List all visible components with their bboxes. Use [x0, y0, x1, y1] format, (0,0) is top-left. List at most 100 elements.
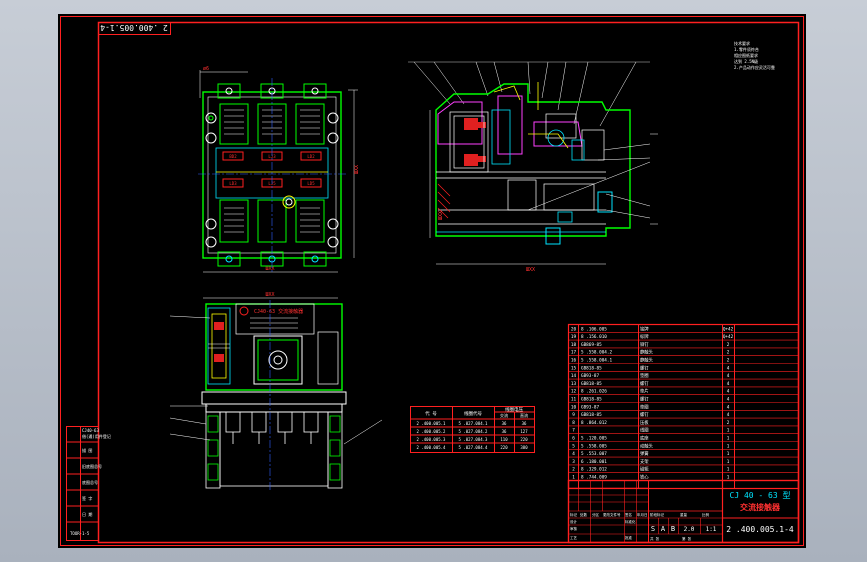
bom-cell: 螺钉: [640, 364, 649, 371]
bom-cell: 支架: [640, 458, 649, 465]
title-block: 标记 处数 分区 更改文件号 签名 年月日 设计 标准化 阶段标记 重量 比例 …: [567, 479, 800, 544]
tb-label-design: 设计: [570, 519, 578, 524]
bom-cell: 垫圈: [640, 372, 649, 379]
bom-cell: 1: [572, 475, 575, 481]
stamp-number: 2 .400.005.1-4: [100, 23, 168, 32]
bom-cell: 17: [571, 350, 577, 356]
tb-label-change: 更改文件号: [603, 512, 621, 517]
cad-drawing: 2 .400.005.1-4 CJ40-63 借(通)用件登记 描 图 旧底图总…: [60, 16, 804, 546]
bom-cell: 8 .261.026: [581, 389, 607, 395]
stamp-box: 2 .400.005.1-4: [98, 22, 171, 35]
dim-top-left: ø6: [203, 66, 209, 72]
bom-cell: 1: [727, 443, 730, 449]
stage-mark-b: B: [671, 525, 675, 533]
bom-cell: 4: [727, 365, 730, 371]
bom-cell: 5 .558.005: [581, 443, 607, 449]
sheet-outer-frame: [60, 16, 804, 546]
note-2: 相应图纸要求: [734, 52, 758, 58]
panel-label-5: LD5: [307, 181, 315, 186]
tb-label-std: 标准化: [625, 519, 636, 524]
title-line-2: 交流接触器: [740, 502, 781, 512]
bom-cell: 5: [572, 443, 575, 449]
variant-cell: 5 .027.084.3: [459, 437, 488, 442]
variant-cell: 2 .400.005.4: [417, 445, 446, 450]
bom-cell: GB818-85: [581, 397, 602, 403]
bom-cell: 1: [727, 436, 730, 442]
bom-cell: 8 .156.010: [581, 334, 607, 340]
bom-cell: Q+42: [723, 334, 734, 340]
sheet-value: 2.0: [684, 526, 695, 533]
variant-cell: 5 .027.084.4: [459, 445, 488, 450]
bom-cell: 4: [572, 451, 575, 457]
variant-cell: 380: [520, 445, 528, 450]
variant-cell: 36: [522, 421, 527, 426]
bom-cell: GB818-85: [581, 381, 602, 387]
bom-cell: 12: [571, 389, 577, 395]
tb-label-total: 共 张: [650, 536, 660, 541]
bom-cell: 动触头: [640, 442, 654, 449]
bom-cell: 5 .558.004.2: [581, 350, 612, 356]
bom-cell: 13: [571, 381, 577, 387]
tb-label-sheet: 第 张: [682, 536, 692, 541]
bom-cell: 18: [571, 342, 577, 348]
bom-cell: 3: [572, 459, 575, 465]
dim-top-height: ШХХ: [354, 165, 360, 174]
strip-text-5: 签 字: [82, 495, 92, 501]
cad-viewport[interactable]: 2 .400.005.1-4 CJ40-63 借(通)用件登记 描 图 旧底图总…: [58, 14, 806, 548]
bom-cell: 2: [727, 420, 730, 426]
note-1: 1.零件须符合: [734, 46, 759, 52]
bom-cell: 4: [727, 389, 730, 395]
bom-cell: 10: [571, 404, 577, 410]
scale-value: 1:1: [706, 526, 717, 533]
bom-cell: 6: [572, 436, 575, 442]
strip-text-0: CJ40-63: [82, 428, 99, 433]
tb-label-zone: 分区: [592, 512, 600, 517]
bom-cell: 垫片: [640, 388, 649, 395]
bom-cell: 8 .864.012: [581, 420, 607, 426]
panel-label-2: LD2: [307, 154, 315, 159]
bom-cell: 6 .180.001: [581, 459, 607, 465]
variant-cell: 5 .027.084.2: [459, 429, 488, 434]
bom-cell: 磁轭: [640, 466, 649, 473]
bom-cell: 20: [571, 326, 577, 332]
note-0: 技术要求: [734, 40, 750, 46]
bom-table: 20 8 .106.005 铭牌 Q+4219 8 .156.010 标牌 Q+4218 GB…: [567, 323, 800, 490]
strip-text-3: 旧底图总号: [82, 463, 102, 469]
bom-cell: 4: [727, 412, 730, 418]
bom-cell: 8: [572, 420, 575, 426]
tb-label-scale: 比例: [702, 512, 710, 517]
bom-cell: 4: [727, 397, 730, 403]
note-4: 2.产品动作应灵活可靠: [734, 64, 775, 70]
variant-cell: 127: [520, 429, 528, 434]
bom-cell: 静触头: [640, 349, 654, 356]
bom-cell: 弹簧: [640, 450, 649, 457]
bom-cell: 16: [571, 358, 577, 364]
variant-cell: 110: [500, 437, 508, 442]
variant-cell: 36: [502, 429, 507, 434]
bom-cell: 8 .329.012: [581, 467, 607, 473]
bom-cell: 11: [571, 397, 577, 403]
variant-sub-dc: 直流: [520, 412, 528, 418]
nameplate-text: CJ40-63 交流接触器: [254, 308, 303, 315]
bom-cell: Q+42: [723, 326, 734, 332]
bom-cell: 螺钉: [640, 380, 649, 387]
bom-cell: 静触头: [640, 357, 654, 364]
bom-cell: 5 .120.005: [581, 436, 607, 442]
left-registration-strip: CJ40-63 借(通)用件登记 描 图 旧底图总号 底图总号 签 字 日 期 …: [66, 426, 111, 541]
bom-cell: 1: [727, 451, 730, 457]
variant-sub-ac: 交流: [500, 412, 508, 418]
tb-label-process: 工艺: [570, 535, 578, 540]
bom-cell: GB818-85: [581, 412, 602, 418]
tb-label-review: 审核: [570, 526, 578, 531]
tb-label-date: 年月日: [637, 512, 648, 517]
bom-cell: 垫圈: [640, 403, 649, 410]
dim-top-width: ШХХ: [265, 266, 274, 272]
bom-cell: 标牌: [640, 333, 649, 340]
bom-cell: 1: [727, 459, 730, 465]
top-view: ø6 ШХХ ШХХ BD2 LJ3 LD2 LD3 LJ5 LD5: [198, 66, 360, 273]
bom-cell: 15: [571, 365, 577, 371]
variant-cell: 5 .027.084.1: [459, 421, 488, 426]
bom-cell: 2: [572, 467, 575, 473]
bom-cell: 铭牌: [640, 325, 649, 332]
variant-cell: 220: [520, 437, 528, 442]
